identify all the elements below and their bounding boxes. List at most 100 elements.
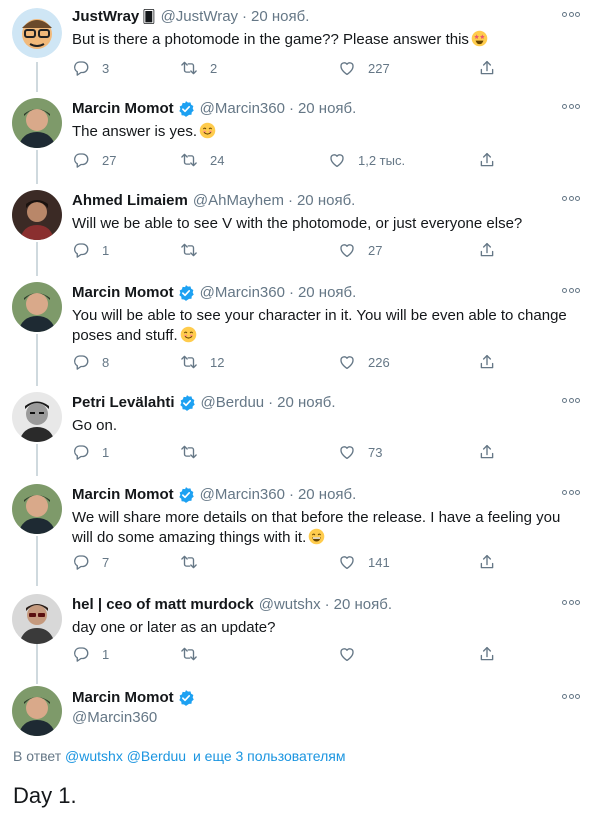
others-link[interactable]: и еще 3 пользователям bbox=[193, 748, 346, 764]
reply-button[interactable]: 3 bbox=[72, 58, 109, 78]
author-name[interactable]: Ahmed Limaiem bbox=[72, 192, 188, 210]
author-handle[interactable]: @JustWray bbox=[161, 8, 238, 26]
reply-count: 1 bbox=[102, 242, 110, 258]
retweet-button[interactable]: 2 bbox=[180, 58, 217, 78]
author-handle[interactable]: @wutshx bbox=[259, 596, 321, 614]
more-icon[interactable] bbox=[562, 488, 580, 496]
like-button[interactable]: 227 bbox=[338, 58, 390, 78]
author-handle[interactable]: @Marcin360 bbox=[200, 284, 285, 302]
reply-button[interactable]: 8 bbox=[72, 352, 109, 372]
author-name[interactable]: JustWray bbox=[72, 8, 139, 26]
author-name[interactable]: hel | ceo of matt murdock bbox=[72, 596, 254, 614]
separator-dot: · bbox=[287, 192, 293, 209]
share-button[interactable] bbox=[478, 150, 496, 170]
author-name[interactable]: Marcin Momot bbox=[72, 284, 174, 302]
tweet-date[interactable]: 20 нояб. bbox=[277, 394, 335, 412]
retweet-button[interactable]: 12 bbox=[180, 352, 224, 372]
retweet-icon bbox=[180, 241, 198, 259]
retweet-count: 24 bbox=[210, 152, 225, 168]
tweet-date[interactable]: 20 нояб. bbox=[334, 596, 392, 614]
like-icon bbox=[338, 241, 356, 259]
tweet[interactable]: hel | ceo of matt murdock @wutshx · 20 н… bbox=[0, 588, 596, 678]
tweet-date[interactable]: 20 нояб. bbox=[297, 192, 355, 210]
reply-button[interactable]: 27 bbox=[72, 150, 116, 170]
reply-icon bbox=[72, 353, 90, 371]
retweet-button[interactable] bbox=[180, 442, 210, 462]
share-button[interactable] bbox=[478, 552, 496, 572]
retweet-button[interactable] bbox=[180, 552, 210, 572]
avatar[interactable] bbox=[12, 594, 62, 644]
mention-link[interactable]: @Berduu bbox=[127, 748, 186, 764]
like-count: 226 bbox=[368, 354, 390, 370]
more-icon[interactable] bbox=[562, 102, 580, 110]
tweet[interactable]: Marcin Momot @Marcin360 · 20 нояб. You w… bbox=[0, 276, 596, 384]
like-count: 27 bbox=[368, 242, 383, 258]
tweet-actions: 1 bbox=[72, 644, 512, 664]
retweet-button[interactable] bbox=[180, 240, 210, 260]
tweet-date[interactable]: 20 нояб. bbox=[298, 100, 356, 118]
avatar[interactable] bbox=[12, 98, 62, 148]
tweet-date[interactable]: 20 нояб. bbox=[298, 284, 356, 302]
tweet-date[interactable]: 20 нояб. bbox=[298, 486, 356, 504]
like-button[interactable]: 73 bbox=[338, 442, 382, 462]
more-icon[interactable] bbox=[562, 598, 580, 606]
more-icon[interactable] bbox=[562, 692, 580, 700]
tweet[interactable]: Petri Levälahti @Berduu · 20 нояб. Go on… bbox=[0, 386, 596, 476]
reply-button[interactable]: 7 bbox=[72, 552, 109, 572]
like-button[interactable]: 27 bbox=[338, 240, 382, 260]
avatar[interactable] bbox=[12, 282, 62, 332]
reply-button[interactable]: 1 bbox=[72, 442, 109, 462]
tweet-actions: 8 12 226 bbox=[72, 352, 512, 372]
more-icon[interactable] bbox=[562, 396, 580, 404]
author-handle[interactable]: @Berduu bbox=[201, 394, 265, 412]
avatar[interactable] bbox=[12, 484, 62, 534]
like-button[interactable]: 1,2 тыс. bbox=[328, 150, 405, 170]
reply-button[interactable]: 1 bbox=[72, 240, 109, 260]
author-name[interactable]: Marcin Momot bbox=[72, 100, 174, 118]
more-icon[interactable] bbox=[562, 10, 580, 18]
like-button[interactable] bbox=[338, 644, 368, 664]
retweet-button[interactable] bbox=[180, 644, 210, 664]
more-icon[interactable] bbox=[562, 194, 580, 202]
mention-link[interactable]: @wutshx bbox=[65, 748, 123, 764]
tweet-actions: 27 24 1,2 тыс. bbox=[72, 150, 512, 170]
more-icon[interactable] bbox=[562, 286, 580, 294]
like-button[interactable]: 226 bbox=[338, 352, 390, 372]
verified-icon bbox=[177, 100, 195, 118]
author-name[interactable]: Petri Levälahti bbox=[72, 394, 175, 412]
avatar[interactable] bbox=[12, 686, 62, 736]
tweet-actions: 1 73 bbox=[72, 442, 512, 462]
retweet-button[interactable]: 24 bbox=[180, 150, 224, 170]
share-icon bbox=[478, 443, 496, 461]
tweet-date[interactable]: 20 нояб. bbox=[251, 8, 309, 26]
share-button[interactable] bbox=[478, 58, 496, 78]
like-count: 141 bbox=[368, 554, 390, 570]
share-button[interactable] bbox=[478, 442, 496, 462]
avatar[interactable] bbox=[12, 392, 62, 442]
retweet-icon bbox=[180, 645, 198, 663]
tweet[interactable]: Marcin Momot @Marcin360 · 20 нояб. The a… bbox=[0, 92, 596, 182]
tweet[interactable]: Marcin Momot @Marcin360 · 20 нояб. We wi… bbox=[0, 478, 596, 586]
reply-icon bbox=[72, 645, 90, 663]
share-button[interactable] bbox=[478, 352, 496, 372]
author-name[interactable]: Marcin Momot bbox=[72, 486, 174, 504]
tweet-text: Will we be able to see V with the photom… bbox=[72, 214, 582, 234]
like-button[interactable]: 141 bbox=[338, 552, 390, 572]
author-name[interactable]: Marcin Momot bbox=[72, 689, 174, 707]
tweet[interactable]: JustWray 🂠 @JustWray · 20 нояб. But is t… bbox=[0, 0, 596, 90]
avatar[interactable] bbox=[12, 190, 62, 240]
author-handle[interactable]: @Marcin360 bbox=[200, 486, 285, 504]
verified-icon bbox=[177, 486, 195, 504]
author-handle[interactable]: @Marcin360 bbox=[200, 100, 285, 118]
avatar[interactable] bbox=[12, 8, 62, 58]
verified-icon bbox=[177, 689, 195, 707]
share-button[interactable] bbox=[478, 240, 496, 260]
author-handle[interactable]: @AhMayhem bbox=[193, 192, 284, 210]
reply-button[interactable]: 1 bbox=[72, 644, 109, 664]
author-handle[interactable]: @Marcin360 bbox=[72, 709, 157, 727]
tweet-text-content: day one or later as an update? bbox=[72, 619, 276, 636]
tweet[interactable]: Ahmed Limaiem @AhMayhem · 20 нояб. Will … bbox=[0, 184, 596, 274]
share-button[interactable] bbox=[478, 644, 496, 664]
retweet-count: 12 bbox=[210, 354, 225, 370]
reply-count: 7 bbox=[102, 554, 110, 570]
